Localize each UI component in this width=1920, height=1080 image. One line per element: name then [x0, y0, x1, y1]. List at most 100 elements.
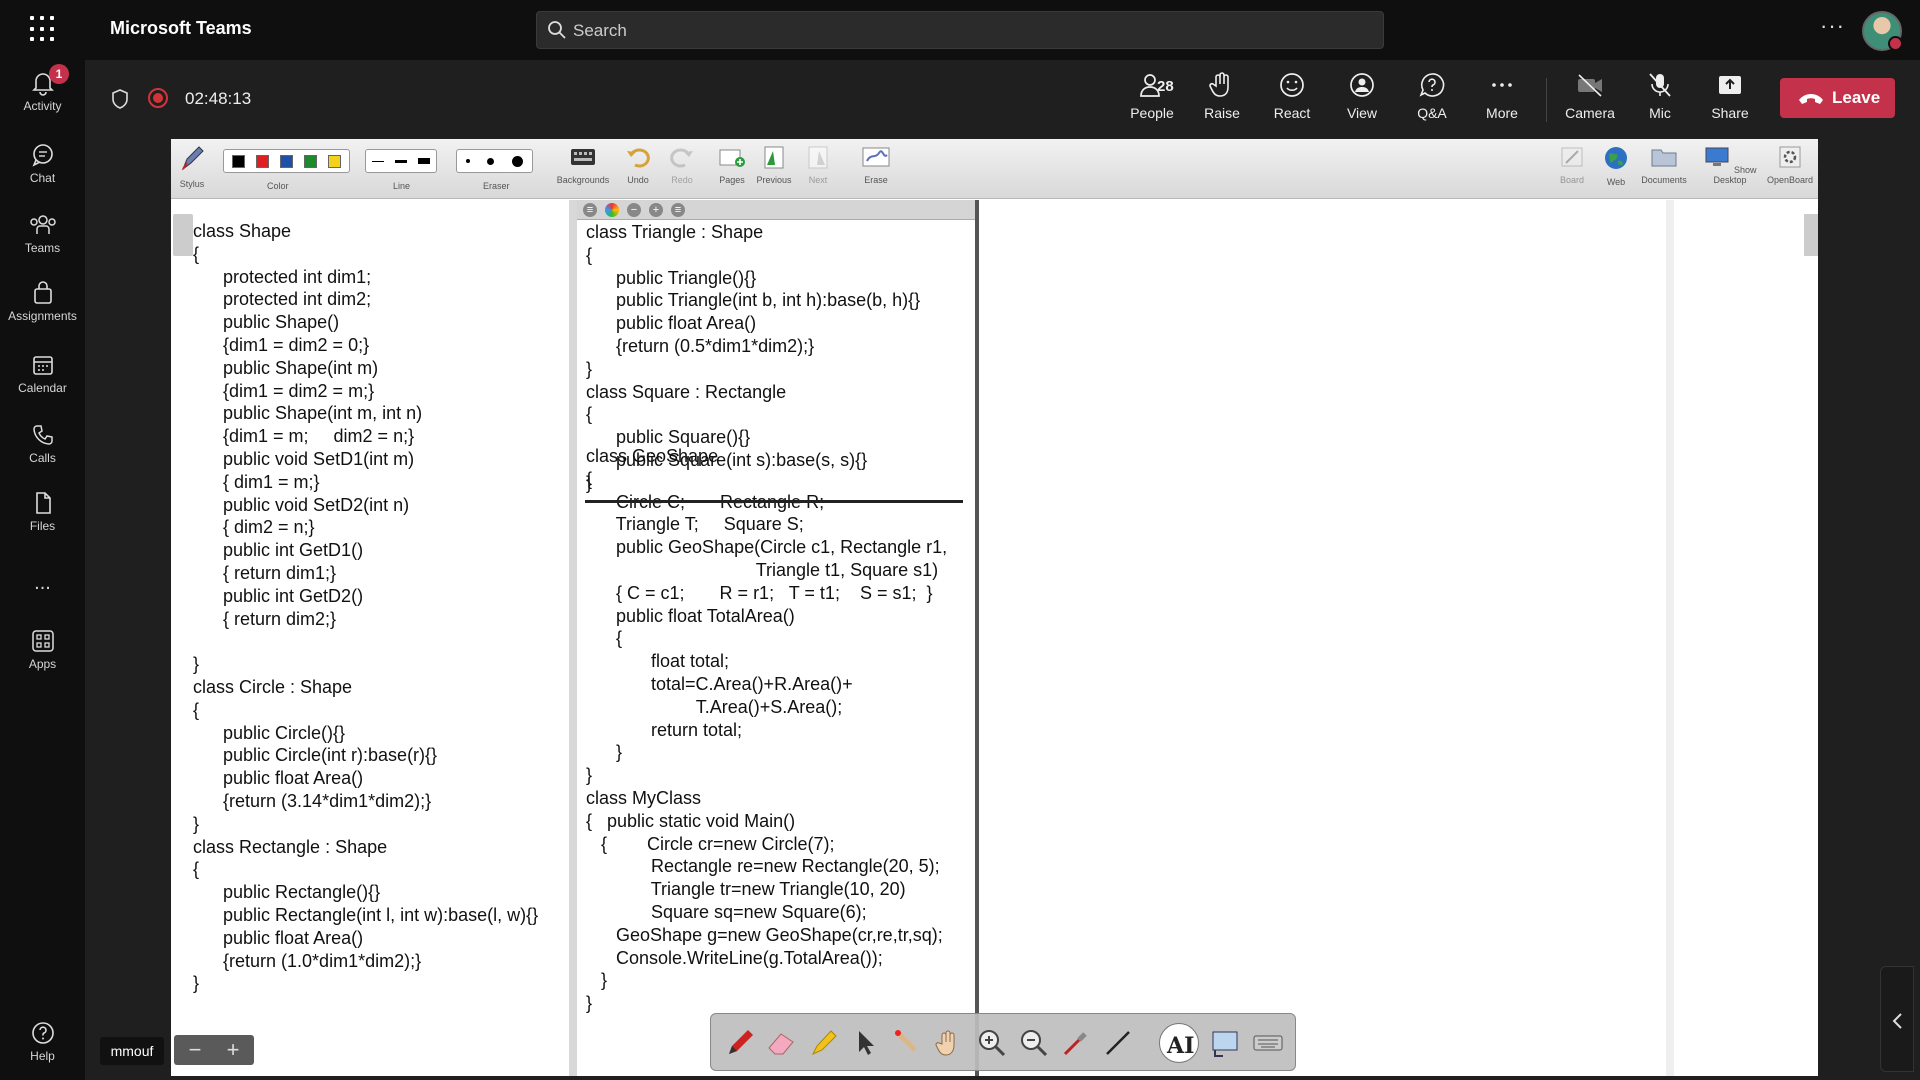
text-tool-icon: AI: [1166, 1033, 1194, 1059]
laser-pointer-icon[interactable]: [891, 1026, 925, 1060]
leave-button[interactable]: Leave: [1780, 78, 1895, 118]
openboard-toolbar: Stylus Color Line Eraser Backgrounds Und…: [171, 139, 1818, 199]
rail-chat[interactable]: Chat: [0, 142, 85, 185]
rail-label: Calendar: [18, 381, 67, 395]
left-palette-toggle[interactable]: [173, 214, 193, 256]
list-icon[interactable]: ≡: [671, 203, 685, 217]
more-actions-button[interactable]: More: [1471, 70, 1533, 121]
file-icon: [35, 492, 51, 514]
search-placeholder: Search: [573, 21, 627, 40]
rail-calls[interactable]: Calls: [0, 422, 85, 465]
line-medium[interactable]: [394, 159, 407, 163]
right-palette-toggle[interactable]: [1804, 214, 1818, 256]
line-width-picker[interactable]: [365, 149, 437, 173]
rail-apps[interactable]: Apps: [0, 628, 85, 671]
app-launcher-icon[interactable]: [30, 16, 56, 42]
leave-label: Leave: [1832, 88, 1881, 107]
previous-page-tool[interactable]: Previous: [755, 145, 793, 185]
show-desktop-tool[interactable]: Show Desktop: [1697, 145, 1763, 185]
meeting-controls-bar: 02:48:13 28 People Raise React View Q&A …: [85, 60, 1920, 138]
calendar-icon: [32, 356, 53, 375]
color-picker[interactable]: [223, 149, 350, 173]
redo-tool[interactable]: Redo: [665, 145, 699, 185]
eraser-small[interactable]: [465, 159, 470, 163]
avatar[interactable]: [1862, 11, 1903, 51]
mic-button[interactable]: Mic: [1629, 70, 1691, 121]
backgrounds-tool[interactable]: Backgrounds: [553, 145, 613, 185]
web-tool[interactable]: Web: [1599, 145, 1633, 187]
share-zoom-in-button[interactable]: +: [214, 1037, 252, 1063]
shield-icon[interactable]: [110, 88, 130, 110]
rail-help[interactable]: Help: [0, 1020, 85, 1063]
board-icon: [1561, 147, 1583, 167]
stylus-tool[interactable]: Stylus: [177, 145, 207, 189]
share-zoom-out-button[interactable]: −: [176, 1037, 214, 1063]
eraser-icon[interactable]: [765, 1026, 799, 1060]
rail-activity[interactable]: 1 Activity: [0, 64, 85, 113]
color-swatch-red[interactable]: [256, 154, 270, 168]
code-block-geoshape-main: class GeoShape { Circle C; Rectangle R; …: [586, 446, 948, 1014]
eraser-medium[interactable]: [487, 157, 495, 165]
line-tool-icon[interactable]: [1101, 1026, 1135, 1060]
line-thin[interactable]: [371, 160, 384, 162]
virtual-keyboard-icon[interactable]: [1251, 1026, 1285, 1060]
rail-label: Chat: [29, 171, 56, 185]
erase-all-tool[interactable]: Erase: [859, 145, 893, 185]
color-swatch-yellow[interactable]: [327, 154, 341, 168]
rail-files[interactable]: Files: [0, 490, 85, 533]
capture-icon[interactable]: [1209, 1026, 1243, 1060]
openboard-menu-tool[interactable]: OpenBoard: [1765, 145, 1815, 185]
qa-button[interactable]: Q&A: [1401, 70, 1463, 121]
eraser-large[interactable]: [512, 155, 524, 167]
pipette-icon[interactable]: [1059, 1026, 1093, 1060]
rail-assignments[interactable]: Assignments: [0, 280, 85, 323]
add-page-icon: [719, 149, 745, 167]
mic-off-icon: [1649, 73, 1671, 97]
raise-hand-button[interactable]: Raise: [1191, 70, 1253, 121]
highlighter-icon[interactable]: [807, 1026, 841, 1060]
widget-menu-icon[interactable]: ≡: [583, 203, 597, 217]
whiteboard-canvas[interactable]: class Shape { protected int dim1; protec…: [171, 200, 1818, 1076]
zoom-in-icon[interactable]: [975, 1026, 1009, 1060]
previous-page-icon: [764, 146, 784, 169]
settings-more-icon[interactable]: ···: [1820, 13, 1845, 39]
view-button[interactable]: View: [1331, 70, 1393, 121]
zoom-out-icon[interactable]: −: [627, 203, 641, 217]
share-zoom-controls: − +: [174, 1035, 254, 1065]
stylus-label: Stylus: [179, 179, 205, 189]
title-bar: Microsoft Teams Search ···: [0, 0, 1920, 60]
page-gutter: [569, 200, 577, 1076]
color-swatch-green[interactable]: [303, 154, 317, 168]
rail-label: Activity: [23, 99, 62, 113]
pointer-arrow-icon[interactable]: [849, 1026, 883, 1060]
next-page-tool[interactable]: Next: [801, 145, 835, 185]
board-label: Board: [1559, 175, 1585, 185]
zoom-out-icon[interactable]: [1017, 1026, 1051, 1060]
pages-tool[interactable]: Pages: [715, 145, 749, 185]
help-icon: [31, 1022, 54, 1044]
people-button[interactable]: 28 People: [1121, 70, 1183, 121]
camera-button[interactable]: Camera: [1559, 70, 1621, 121]
eraser-size-picker[interactable]: [456, 149, 533, 173]
hand-pan-icon[interactable]: [933, 1026, 967, 1060]
undo-tool[interactable]: Undo: [621, 145, 655, 185]
share-button[interactable]: Share: [1699, 70, 1761, 121]
side-panel-toggle[interactable]: [1880, 966, 1914, 1072]
react-button[interactable]: React: [1261, 70, 1323, 121]
color-swatch-black[interactable]: [232, 154, 246, 168]
board-mode-tool[interactable]: Board: [1555, 145, 1589, 185]
pen-icon[interactable]: [723, 1026, 757, 1060]
line-thick[interactable]: [418, 158, 431, 164]
search-input[interactable]: Search: [536, 11, 1384, 49]
zoom-in-icon[interactable]: +: [649, 203, 663, 217]
rail-label: Assignments: [8, 309, 77, 323]
separator-line: [585, 500, 963, 503]
erase-label: Erase: [864, 175, 888, 185]
color-swatch-blue[interactable]: [279, 154, 293, 168]
rail-calendar[interactable]: Calendar: [0, 352, 85, 395]
color-wheel-icon[interactable]: [605, 203, 619, 217]
rail-teams[interactable]: Teams: [0, 212, 85, 255]
more-label: More: [1486, 105, 1518, 121]
documents-tool[interactable]: Documents: [1639, 145, 1689, 185]
rail-more-apps[interactable]: ...: [0, 572, 85, 595]
